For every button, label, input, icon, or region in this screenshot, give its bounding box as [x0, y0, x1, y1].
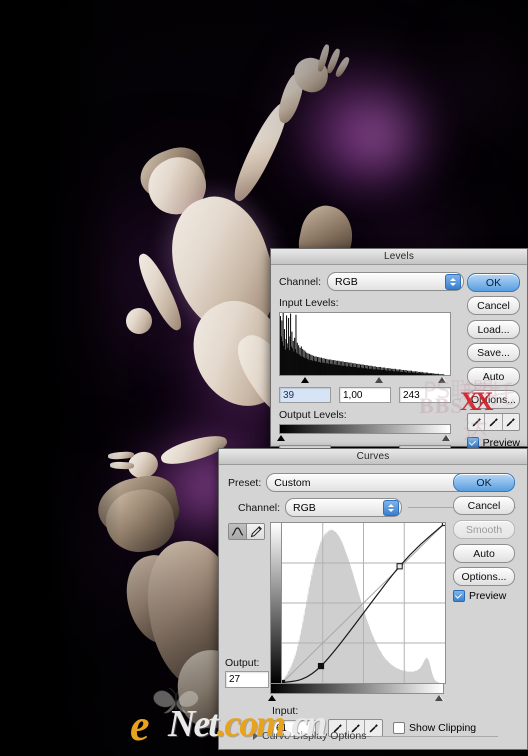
levels-load-button[interactable]: Load... [467, 320, 520, 339]
levels-titlebar[interactable]: Levels [271, 249, 527, 265]
chevron-updown-icon[interactable] [383, 500, 400, 516]
curves-auto-button[interactable]: Auto [453, 544, 515, 563]
curve-tool-icon[interactable] [229, 524, 247, 539]
levels-channel-value: RGB [335, 275, 358, 288]
curves-graph-plot[interactable] [282, 523, 445, 683]
input-white-slider[interactable] [438, 376, 447, 383]
curves-output-group: Output: 27 [225, 657, 269, 688]
curves-preset-select[interactable]: Custom [266, 473, 478, 492]
curves-options-button[interactable]: Options... [453, 567, 515, 586]
curve-display-options-label: Curve Display Options [262, 730, 367, 742]
curves-output-field[interactable]: 27 [225, 671, 269, 688]
curves-preset-label: Preset: [228, 476, 262, 489]
disclosure-triangle-icon[interactable] [253, 732, 258, 740]
levels-options-button[interactable]: Options... [467, 390, 520, 409]
input-gamma-slider[interactable] [375, 377, 383, 383]
input-gamma-field[interactable]: 1,00 [339, 387, 391, 403]
pencil-tool-icon[interactable] [247, 524, 264, 539]
curves-output-label: Output: [225, 657, 260, 669]
curves-cancel-button[interactable]: Cancel [453, 496, 515, 515]
levels-histogram-plot [280, 313, 445, 375]
levels-output-sliders[interactable] [277, 434, 451, 443]
curves-channel-label: Channel: [238, 501, 281, 514]
output-white-slider[interactable] [442, 434, 451, 441]
levels-save-button[interactable]: Save... [467, 343, 520, 362]
input-black-field[interactable]: 39 [279, 387, 331, 403]
curves-channel-value: RGB [293, 501, 316, 514]
levels-ok-button[interactable]: OK [467, 273, 520, 292]
levels-cancel-button[interactable]: Cancel [467, 296, 520, 315]
curves-channel-select[interactable]: RGB [285, 498, 403, 517]
input-black-slider[interactable] [301, 377, 309, 383]
eyedropper-black-icon[interactable] [468, 414, 486, 430]
curve-display-options-group[interactable]: Curve Display Options [253, 730, 498, 742]
levels-dialog[interactable]: Levels Channel: RGB Input Levels: 39 1,0… [270, 248, 528, 461]
levels-input-sliders[interactable] [279, 376, 449, 385]
eyedropper-gray-icon[interactable] [485, 414, 503, 430]
levels-button-column: OK Cancel Load... Save... Auto Options..… [467, 273, 520, 449]
levels-output-ramp [279, 424, 451, 434]
eyedropper-white-icon[interactable] [503, 414, 519, 430]
curves-vertical-ramp [270, 522, 282, 684]
curves-blackwhite-sliders[interactable] [268, 694, 444, 703]
levels-eyedropper-group[interactable] [467, 413, 520, 431]
curves-preview-checkbox[interactable]: Preview [453, 590, 515, 602]
curves-tool-group[interactable] [228, 523, 265, 540]
checkbox-checked-icon[interactable] [453, 590, 465, 602]
curves-smooth-button: Smooth [453, 520, 515, 539]
curves-white-slider[interactable] [435, 694, 444, 701]
curves-dialog[interactable]: Curves Preset: Custom Channel: RGB Outpu… [218, 448, 528, 750]
levels-channel-select[interactable]: RGB [327, 272, 465, 291]
levels-channel-label: Channel: [279, 275, 322, 288]
curves-graph[interactable] [282, 522, 446, 684]
chevron-updown-icon[interactable] [445, 274, 462, 290]
curves-bottom-ramp-wrap [268, 683, 444, 703]
curves-black-slider[interactable] [268, 695, 276, 701]
curves-preset-value: Custom [274, 476, 311, 489]
levels-auto-button[interactable]: Auto [467, 367, 520, 386]
curves-titlebar[interactable]: Curves [219, 449, 527, 465]
input-white-field[interactable]: 243 [399, 387, 451, 403]
butterfly-watermark-icon [153, 687, 199, 714]
curves-input-label: Input: [272, 705, 299, 717]
curves-horizontal-ramp [270, 683, 444, 694]
output-black-slider[interactable] [277, 435, 285, 441]
screenshot-root: Levels Channel: RGB Input Levels: 39 1,0… [0, 0, 528, 756]
levels-histogram[interactable] [279, 312, 451, 376]
curves-preview-label: Preview [469, 590, 507, 602]
group-divider [371, 735, 498, 737]
curves-graph-wrap [270, 522, 446, 684]
curves-ok-button[interactable]: OK [453, 473, 515, 492]
curves-button-column: OK Cancel Smooth Auto Options... Preview [453, 473, 515, 602]
